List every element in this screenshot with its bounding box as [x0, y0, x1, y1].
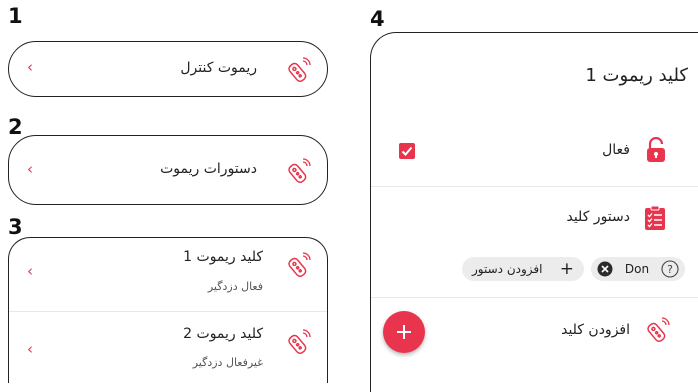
active-label: فعال [602, 142, 630, 158]
section-number-1: 1 [8, 4, 23, 28]
command-chip-label: Don [624, 262, 650, 276]
section-number-2: 2 [8, 115, 23, 139]
remote-icon [647, 317, 670, 342]
plus-icon [397, 325, 411, 339]
remote-commands-label: دستورات ریموت [160, 161, 257, 177]
key-subtitle: غیرفعال دزدگیر [192, 356, 263, 369]
help-circle-icon: ? [661, 260, 679, 278]
key-title: کلید ریموت 1 [183, 249, 263, 265]
remote-keys-list: ‹ کلید ریموت 1 فعال دزدگیر ‹ کلید ریموت … [8, 237, 328, 383]
remote-icon [288, 158, 311, 183]
remote-icon [288, 57, 311, 82]
page-title: کلید ریموت 1 [585, 65, 688, 86]
add-command-label: افزودن دستور [472, 262, 543, 276]
key-detail-panel: کلید ریموت 1 فعال دستور کلید افزودن دستو… [370, 32, 698, 392]
checkmark-icon [401, 146, 413, 156]
list-item[interactable]: ‹ کلید ریموت 2 غیرفعال دزدگیر [9, 312, 327, 384]
remote-icon [288, 252, 311, 277]
command-chip[interactable]: Don ? [591, 257, 685, 281]
close-circle-icon[interactable] [597, 261, 613, 277]
remote-commands-row[interactable]: ‹ دستورات ریموت [8, 135, 328, 205]
add-key-fab[interactable] [383, 311, 425, 353]
list-item[interactable]: ‹ کلید ریموت 1 فعال دزدگیر [9, 238, 327, 310]
remote-control-row[interactable]: ‹ ریموت کنترل [8, 41, 328, 97]
lock-icon [647, 137, 665, 162]
chevron-left-icon: ‹ [27, 340, 33, 358]
section-number-3: 3 [8, 215, 23, 239]
active-row: فعال [371, 119, 698, 185]
section-number-4: 4 [370, 7, 385, 31]
command-label: دستور کلید [566, 209, 630, 225]
divider [371, 297, 698, 298]
divider [371, 186, 698, 187]
remote-icon [288, 329, 311, 354]
remote-control-label: ریموت کنترل [180, 60, 257, 76]
add-command-chip[interactable]: افزودن دستور + [462, 257, 584, 281]
chevron-left-icon: ‹ [27, 58, 33, 76]
plus-icon: + [559, 259, 574, 279]
key-title: کلید ریموت 2 [183, 326, 263, 342]
active-checkbox[interactable] [399, 143, 415, 159]
add-key-label: افزودن کلید [561, 322, 630, 338]
chevron-left-icon: ‹ [27, 160, 33, 178]
checklist-icon [645, 205, 665, 230]
chevron-left-icon: ‹ [27, 262, 33, 280]
svg-text:?: ? [667, 263, 673, 276]
key-subtitle: فعال دزدگیر [207, 280, 263, 293]
